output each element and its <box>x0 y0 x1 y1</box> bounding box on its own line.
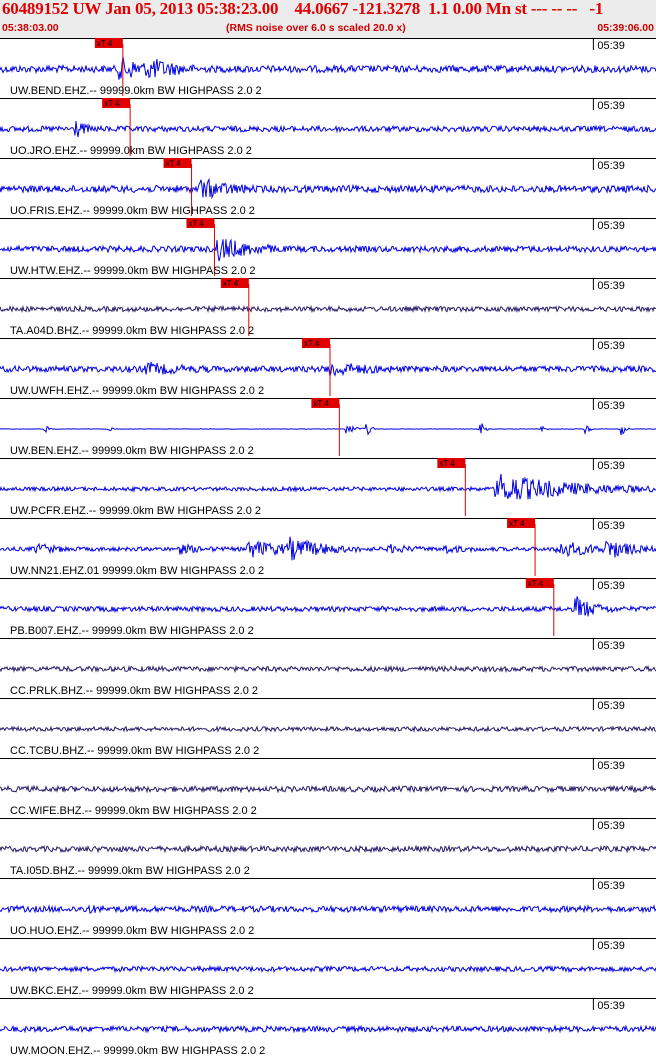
station-label: UW.PCFR.EHZ.-- 99999.0km BW HIGHPASS 2.0… <box>10 505 261 517</box>
minute-tick-label: 05:39 <box>597 580 625 592</box>
trace-row: 05:39 xT 4 UO.FRIS.EHZ.-- 99999.0km BW HIG… <box>0 158 656 217</box>
waveform <box>0 964 656 974</box>
minute-tick-label: 05:39 <box>597 520 625 532</box>
station-label: UW.BKC.EHZ.-- 99999.0km BW HIGHPASS 2.0 … <box>10 985 254 997</box>
waveform <box>0 238 656 262</box>
station-label: UO.FRIS.EHZ.-- 99999.0km BW HIGHPASS 2.0… <box>10 205 255 217</box>
waveform <box>0 121 656 138</box>
minute-tick-label: 05:39 <box>597 220 625 232</box>
pick-label: xT 4 <box>97 39 113 48</box>
trace-row: 05:39 xT 4 UO.JRO.EHZ.-- 99999.0km BW HIGH… <box>0 98 656 157</box>
station-label: UW.BEND.EHZ.-- 99999.0km BW HIGHPASS 2.0… <box>10 85 262 97</box>
station-label: UW.HTW.EHZ.-- 99999.0km BW HIGHPASS 2.0 … <box>10 265 256 277</box>
waveform <box>0 784 656 794</box>
waveform <box>0 473 656 500</box>
station-label: UW.BEN.EHZ.-- 99999.0km BW HIGHPASS 2.0 … <box>10 445 254 457</box>
station-label: TA.I05D.BHZ.-- 99999.0km BW HIGHPASS 2.0… <box>10 865 250 877</box>
waveform <box>0 664 656 674</box>
pick-label: xT 4 <box>104 99 120 108</box>
noise-scale-note: (RMS noise over 6.0 s scaled 20.0 x) <box>226 22 406 34</box>
waveform <box>0 304 656 314</box>
trace-row: 05:39 xT 4 UW.BEND.EHZ.-- 99999.0km BW HIG… <box>0 38 656 97</box>
pick-label: xT 4 <box>304 339 320 348</box>
trace-row: 05:39 xT 4 UW.BEN.EHZ.-- 99999.0km BW HIGH… <box>0 398 656 457</box>
waveform <box>0 844 656 854</box>
pick-label: xT 4 <box>223 279 239 288</box>
waveform <box>0 536 656 561</box>
waveform <box>0 1024 656 1034</box>
station-label: CC.TCBU.BHZ.-- 99999.0km BW HIGHPASS 2.0… <box>10 745 259 757</box>
minute-tick-label: 05:39 <box>597 760 625 772</box>
trace-row: 05:39 UW.BKC.EHZ.-- 99999.0km BW HIGHPASS… <box>0 938 656 997</box>
pick-label: xT 4 <box>313 399 329 408</box>
trace-row: 05:39 UO.HUO.EHZ.-- 99999.0km BW HIGHPASS… <box>0 878 656 937</box>
minute-tick-label: 05:39 <box>597 1000 625 1012</box>
pick-label: xT 4 <box>439 459 455 468</box>
minute-tick-label: 05:39 <box>597 280 625 292</box>
minute-tick-label: 05:39 <box>597 820 625 832</box>
trace-row: 05:39 CC.PRLK.BHZ.-- 99999.0km BW HIGHPAS… <box>0 638 656 697</box>
trace-row: 05:39 xT 4 UW.PCFR.EHZ.-- 99999.0km BW HIG… <box>0 458 656 517</box>
station-label: PB.B007.EHZ.-- 99999.0km BW HIGHPASS 2.0… <box>10 625 254 637</box>
minute-tick-label: 05:39 <box>597 880 625 892</box>
minute-tick-label: 05:39 <box>597 400 625 412</box>
station-label: CC.PRLK.BHZ.-- 99999.0km BW HIGHPASS 2.0… <box>10 685 258 697</box>
event-title: 60489152 UW Jan 05, 2013 05:38:23.00 44.… <box>2 0 604 18</box>
minute-tick-label: 05:39 <box>597 160 625 172</box>
waveform <box>0 361 656 377</box>
end-time-label: 05:39:06.00 <box>597 22 654 34</box>
station-label: UW.UWFH.EHZ.-- 99999.0km BW HIGHPASS 2.0… <box>10 385 264 397</box>
minute-tick-label: 05:39 <box>597 40 625 52</box>
trace-row: 05:39 xT 4 PB.B007.EHZ.-- 99999.0km BW HIG… <box>0 578 656 637</box>
trace-row: 05:39 CC.WIFE.BHZ.-- 99999.0km BW HIGHPAS… <box>0 758 656 817</box>
minute-tick-label: 05:39 <box>597 460 625 472</box>
minute-tick-label: 05:39 <box>597 700 625 712</box>
waveform <box>0 177 656 200</box>
record-header: 60489152 UW Jan 05, 2013 05:38:23.00 44.… <box>0 0 656 38</box>
station-label: UW.NN21.EHZ.01 99999.0km BW HIGHPASS 2.0… <box>10 565 264 577</box>
trace-row: 05:39 xT 4 TA.A04D.BHZ.-- 99999.0km BW HIG… <box>0 278 656 337</box>
pick-label: xT 4 <box>509 519 525 528</box>
waveform <box>0 596 656 617</box>
waveform <box>0 423 656 436</box>
start-time-label: 05:38:03.00 <box>2 22 59 34</box>
station-label: TA.A04D.BHZ.-- 99999.0km BW HIGHPASS 2.0… <box>10 325 254 337</box>
station-label: CC.WIFE.BHZ.-- 99999.0km BW HIGHPASS 2.0… <box>10 805 257 817</box>
minute-tick-label: 05:39 <box>597 640 625 652</box>
station-label: UO.HUO.EHZ.-- 99999.0km BW HIGHPASS 2.0 … <box>10 925 254 937</box>
trace-row: 05:39 xT 4 UW.HTW.EHZ.-- 99999.0km BW HIGH… <box>0 218 656 277</box>
waveform <box>0 904 656 914</box>
trace-row: 05:39 xT 4 UW.NN21.EHZ.01 99999.0km BW HIG… <box>0 518 656 577</box>
minute-tick-label: 05:39 <box>597 940 625 952</box>
trace-row: 05:39 xT 4 UW.UWFH.EHZ.-- 99999.0km BW HIG… <box>0 338 656 397</box>
waveform <box>0 56 656 80</box>
pick-label: xT 4 <box>188 219 204 228</box>
station-label: UW.MOON.EHZ.-- 99999.0km BW HIGHPASS 2.0… <box>10 1045 265 1057</box>
trace-row: 05:39 CC.TCBU.BHZ.-- 99999.0km BW HIGHPAS… <box>0 698 656 757</box>
seismogram-panel: 05:39 xT 4 UW.BEND.EHZ.-- 99999.0km BW HIG… <box>0 38 656 1057</box>
station-label: UO.JRO.EHZ.-- 99999.0km BW HIGHPASS 2.0 … <box>10 145 252 157</box>
pick-label: xT 4 <box>166 159 182 168</box>
trace-row: 05:39 TA.I05D.BHZ.-- 99999.0km BW HIGHPAS… <box>0 818 656 877</box>
minute-tick-label: 05:39 <box>597 340 625 352</box>
minute-tick-label: 05:39 <box>597 100 625 112</box>
trace-row: 05:39 UW.MOON.EHZ.-- 99999.0km BW HIGHPAS… <box>0 998 656 1057</box>
pick-label: xT 4 <box>528 579 544 588</box>
waveform <box>0 725 656 733</box>
